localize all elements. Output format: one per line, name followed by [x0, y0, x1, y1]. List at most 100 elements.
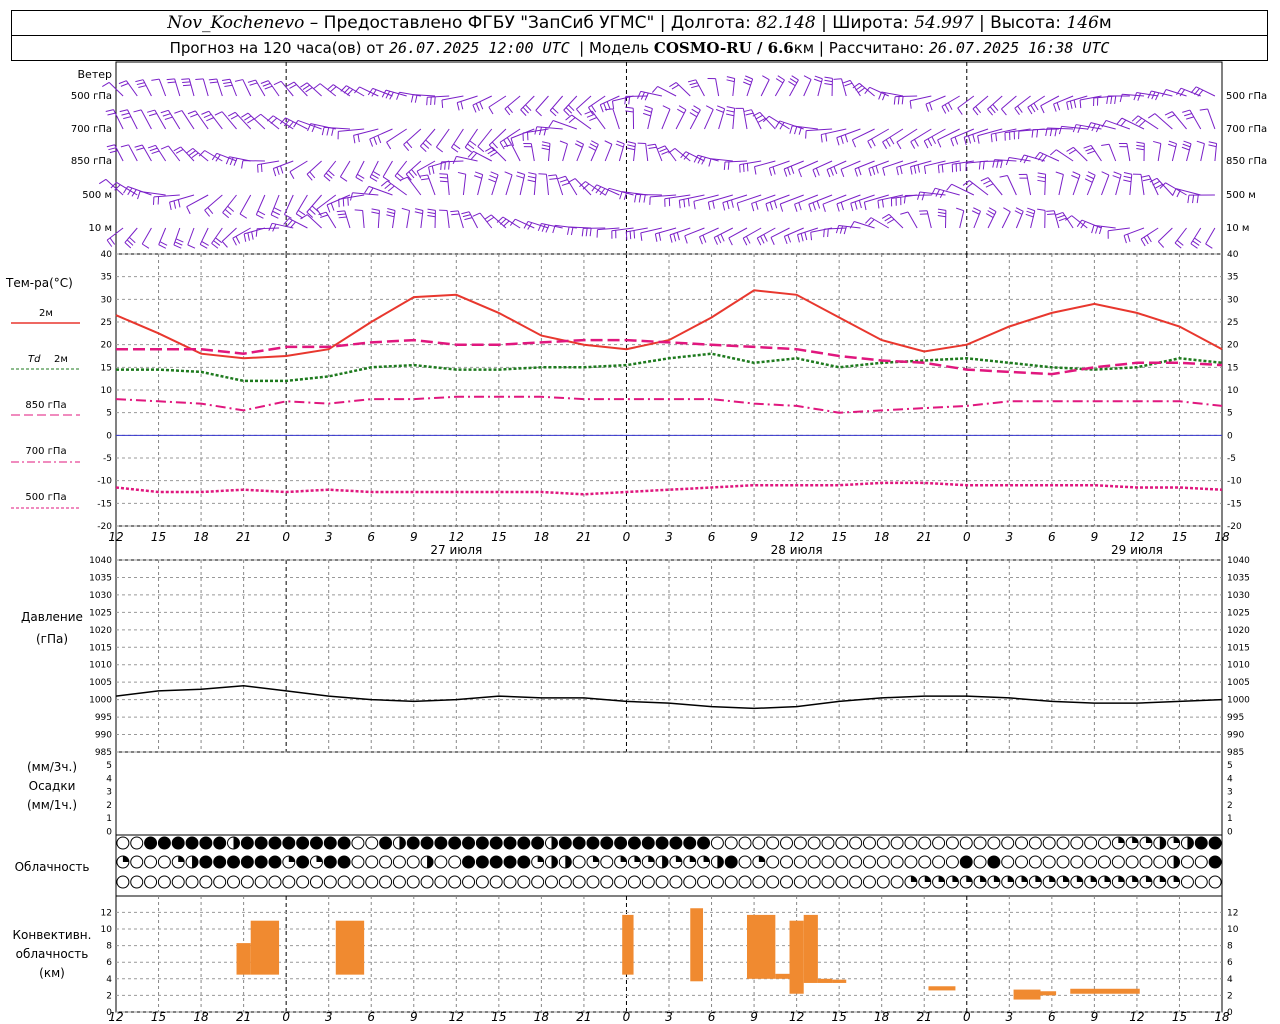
barb-flag: [900, 211, 909, 215]
cloud-cover-symbol: [1167, 836, 1181, 850]
barb-staff: [1101, 174, 1110, 196]
barb-flag: [243, 233, 247, 242]
barb-flag: [937, 139, 942, 148]
precip-tick-right: 5: [1227, 761, 1233, 771]
convective-bar: [775, 973, 790, 979]
cloud-cover-symbol: [199, 875, 213, 889]
cloud-cover-symbol: [987, 836, 1001, 850]
barb-flag: [972, 108, 979, 116]
cloud-cover-symbol: [1056, 836, 1070, 850]
barb-staff: [1126, 143, 1131, 162]
barb-flag: [783, 236, 788, 245]
cloud-cover-symbol: [1111, 836, 1125, 850]
convective-bar: [250, 920, 280, 975]
temp-tick-right: 0: [1227, 431, 1233, 441]
barb-flag: [343, 87, 350, 94]
barb-flag: [386, 214, 395, 218]
cloud-cover-symbol: [531, 836, 545, 850]
cloud-cover-symbol: [503, 875, 517, 889]
wind-barb: [289, 160, 308, 179]
barb-flag: [326, 84, 334, 91]
barb-flag: [671, 84, 679, 90]
barb-flag: [262, 82, 271, 87]
cloud-circle: [296, 875, 310, 889]
barb-flag: [744, 78, 752, 83]
cloud-quarter: [122, 856, 129, 862]
barb-flag: [842, 79, 851, 84]
barb-staff: [850, 194, 875, 204]
barb-flag: [321, 127, 325, 136]
cloud-cover-symbol: [130, 855, 144, 869]
barb-staff: [403, 128, 422, 145]
wind-barb: [166, 78, 181, 97]
barb-flag: [108, 147, 117, 151]
cloud-cover-symbol: [1139, 855, 1153, 869]
barb-staff: [338, 128, 365, 132]
precip-tick-left: 5: [106, 761, 112, 771]
barb-flag: [286, 81, 295, 87]
barb-flag: [535, 110, 542, 117]
wind-barb: [503, 144, 521, 162]
wind-barb: [472, 95, 492, 113]
barb-flag: [566, 226, 570, 235]
barb-flag: [731, 199, 734, 208]
convective-bar: [236, 943, 251, 975]
cloud-circle: [406, 836, 420, 850]
conv-tick-right: 8: [1227, 942, 1233, 952]
cloud-circle: [1028, 855, 1042, 869]
cloud-circle: [1084, 855, 1098, 869]
cloud-cover-symbol: [973, 855, 987, 869]
barb-flag: [371, 208, 380, 211]
cloud-cover-symbol: [1070, 875, 1084, 889]
barb-flag: [151, 78, 160, 81]
barb-flag: [824, 79, 833, 83]
barb-flag: [1003, 207, 1011, 213]
wind-barb: [1157, 227, 1173, 248]
cloud-circle: [406, 875, 420, 889]
barb-flag: [966, 182, 974, 189]
barb-flag: [1123, 175, 1132, 179]
cloud-cover-symbol: [600, 855, 614, 869]
wind-barb: [195, 78, 209, 97]
wind-barb: [118, 80, 138, 97]
wind-level-label-right: 10 м: [1226, 223, 1249, 234]
cloud-cover-symbol: [945, 855, 959, 869]
wind-barb: [257, 160, 280, 173]
barb-flag: [241, 160, 244, 169]
wind-barb: [1031, 128, 1059, 138]
barb-staff: [895, 95, 918, 98]
barb-flag: [313, 83, 321, 89]
cloud-circle: [614, 836, 628, 850]
wind-barb: [187, 227, 196, 249]
cloud-circle: [876, 855, 890, 869]
hour-tick-label: 18: [874, 530, 890, 544]
cloud-circle: [558, 836, 572, 850]
barb-flag: [687, 79, 696, 83]
barb-flag: [124, 242, 132, 249]
wind-barb: [452, 155, 478, 164]
barb-flag: [1026, 210, 1035, 215]
barb-flag: [985, 213, 994, 218]
barb-staff: [511, 144, 521, 162]
barb-flag: [567, 178, 576, 183]
conv-tick-left: 8: [106, 942, 112, 952]
temp-tick-left: 5: [106, 409, 112, 419]
cloud-cover-symbol: [710, 875, 724, 889]
barb-flag: [430, 96, 432, 106]
barb-flag: [576, 140, 584, 145]
wind-barb: [604, 187, 634, 196]
cloud-circle: [475, 875, 489, 889]
wind-barb: [559, 140, 568, 162]
barb-flag: [457, 171, 466, 175]
cloud-quarter: [1132, 876, 1139, 882]
barb-flag: [254, 113, 262, 120]
barb-staff: [870, 217, 890, 229]
barb-flag: [410, 94, 414, 103]
hour-tick-label-bottom: 15: [491, 1010, 506, 1024]
barb-flag: [599, 104, 604, 113]
barb-flag: [1192, 240, 1200, 246]
temp-title: Тем-ра(°C): [5, 276, 73, 290]
cloud-cover-symbol: [213, 875, 227, 889]
barb-flag: [300, 82, 308, 88]
barb-staff: [505, 174, 513, 196]
